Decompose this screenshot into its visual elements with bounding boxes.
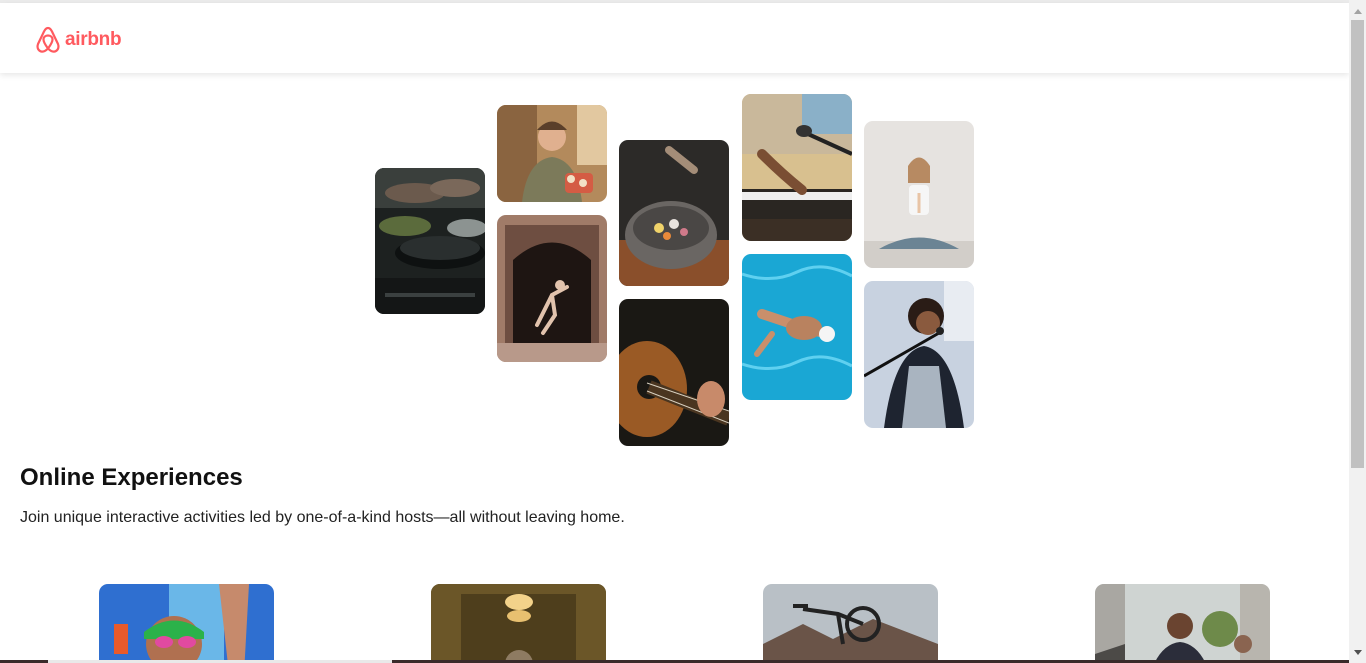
scrollbar-thumb[interactable] bbox=[1351, 20, 1364, 468]
chandelier-hall-card[interactable] bbox=[431, 584, 606, 663]
singer-microphone-photo bbox=[864, 281, 974, 428]
yoga-meditation-photo bbox=[864, 121, 974, 268]
airbnb-belo-icon bbox=[36, 26, 60, 53]
swimmer-goggles-card[interactable] bbox=[99, 584, 274, 663]
swimmer-pool-photo bbox=[742, 254, 852, 400]
piano-microphone-photo bbox=[742, 94, 852, 241]
section-title: Online Experiences bbox=[20, 464, 243, 491]
vertical-scrollbar[interactable] bbox=[1349, 0, 1366, 663]
acoustic-guitar-photo bbox=[619, 299, 729, 446]
logo-wordmark: airbnb bbox=[65, 29, 122, 50]
gourmet-bowl-photo bbox=[619, 140, 729, 286]
site-header: airbnb bbox=[0, 3, 1349, 73]
dancer-in-doorway-photo bbox=[497, 215, 607, 362]
airbnb-logo-link[interactable]: airbnb bbox=[35, 25, 122, 55]
scroll-up-arrow-icon[interactable] bbox=[1349, 3, 1366, 20]
man-city-street-card[interactable] bbox=[1095, 584, 1270, 663]
scroll-down-arrow-icon[interactable] bbox=[1349, 644, 1366, 661]
bicycle-mountain-card[interactable] bbox=[763, 584, 938, 663]
page: airbnb Online Experiences Join unique in… bbox=[0, 0, 1366, 663]
section-description: Join unique interactive activities led b… bbox=[20, 509, 625, 526]
cooking-pans-photo bbox=[375, 168, 485, 314]
woman-holding-food-photo bbox=[497, 105, 607, 202]
